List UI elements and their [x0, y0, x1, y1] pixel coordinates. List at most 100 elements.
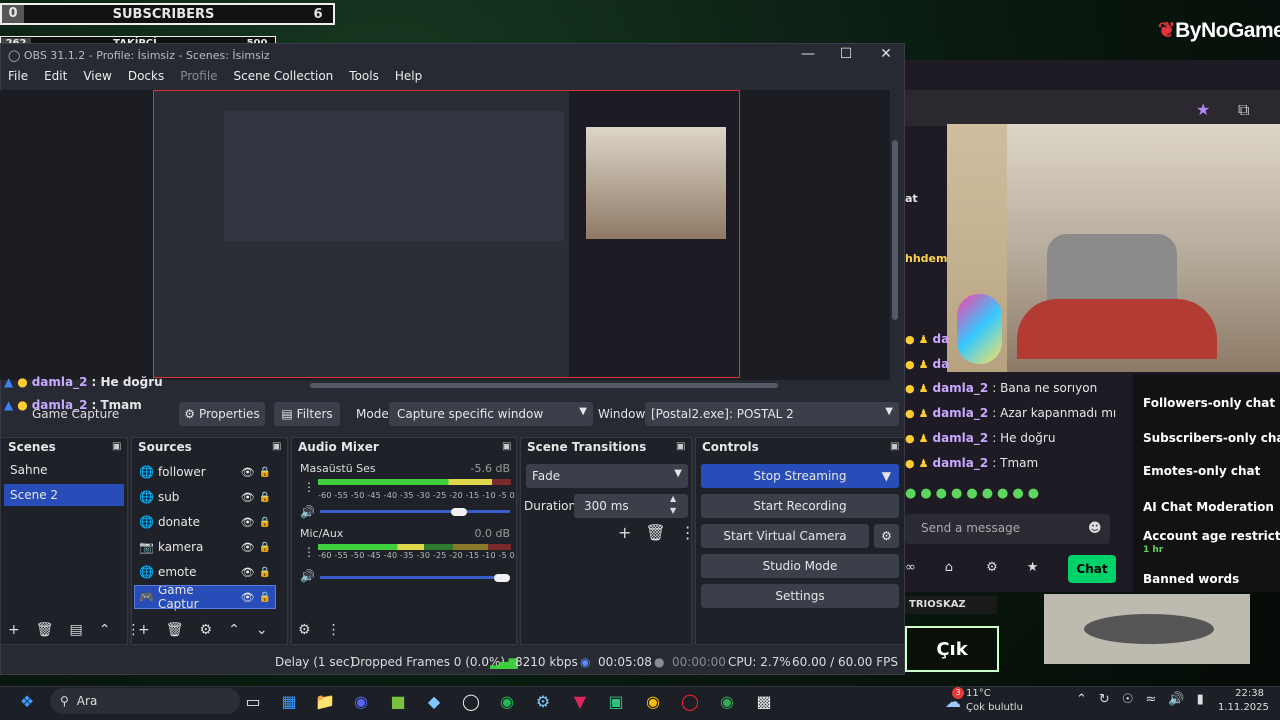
- menu-help[interactable]: Help: [387, 68, 430, 88]
- weather-description[interactable]: Çok bulutlu: [966, 702, 1023, 713]
- start-virtual-camera-button[interactable]: Start Virtual Camera: [701, 524, 869, 548]
- star-icon[interactable]: ★: [1196, 100, 1210, 119]
- menu-subscribers-only[interactable]: Subscribers-only chat: [1143, 431, 1280, 445]
- menu-docks[interactable]: Docks: [120, 68, 172, 88]
- scene-item-sahne[interactable]: Sahne: [4, 459, 124, 481]
- volume-icon[interactable]: 🔊: [1168, 692, 1184, 707]
- eye-icon[interactable]: 👁: [241, 566, 255, 579]
- source-item[interactable]: 🌐 sub 👁 🔒: [135, 486, 275, 508]
- emoji-picker-icon[interactable]: ☻: [1088, 521, 1102, 536]
- link-icon[interactable]: ∞: [905, 560, 916, 575]
- source-item[interactable]: 🌐 follower 👁 🔒: [135, 461, 275, 483]
- maximize-icon[interactable]: ☐: [836, 46, 856, 62]
- taskbar-search[interactable]: ⚲ Ara: [50, 688, 240, 714]
- lock-icon[interactable]: 🔒: [259, 542, 271, 553]
- filter-icon[interactable]: ▤: [70, 622, 83, 638]
- menu-ai-moderation[interactable]: AI Chat Moderation: [1143, 500, 1274, 514]
- transition-select[interactable]: Fade ▼: [526, 464, 688, 488]
- chevron-up-icon[interactable]: ⌃: [99, 622, 111, 638]
- menu-tools[interactable]: Tools: [341, 68, 387, 88]
- task-view-icon[interactable]: ▭: [240, 690, 266, 714]
- add-icon[interactable]: +: [618, 523, 631, 542]
- speaker-icon[interactable]: 🔊: [300, 569, 315, 583]
- source-item[interactable]: 📷 kamera 👁 🔒: [135, 536, 275, 558]
- close-icon[interactable]: ✕: [876, 46, 896, 62]
- emote-bar[interactable]: ●●●●●●●●●: [905, 486, 1043, 501]
- menu-file[interactable]: File: [0, 68, 36, 88]
- chat-send-button[interactable]: Chat: [1068, 555, 1116, 583]
- discord-icon[interactable]: ◉: [348, 690, 374, 714]
- kebab-icon[interactable]: ⋮: [303, 545, 315, 559]
- chevron-down-icon[interactable]: ▼: [670, 505, 676, 517]
- menu-scene-collection[interactable]: Scene Collection: [226, 68, 342, 88]
- start-recording-button[interactable]: Start Recording: [701, 494, 899, 518]
- weather-temperature[interactable]: 11°C: [966, 688, 991, 699]
- undock-icon[interactable]: ▣: [676, 441, 685, 452]
- speaker-icon[interactable]: 🔊: [300, 505, 315, 519]
- add-icon[interactable]: +: [8, 622, 20, 638]
- chrome-icon[interactable]: ◉: [714, 690, 740, 714]
- app-icon[interactable]: ◆: [421, 690, 447, 714]
- chat-message-input[interactable]: Send a message: [905, 514, 1110, 544]
- chevron-up-icon[interactable]: ▲: [670, 493, 676, 505]
- filters-button[interactable]: ▤ Filters: [274, 402, 340, 426]
- menu-banned-words[interactable]: Banned words: [1143, 572, 1239, 586]
- opera-icon[interactable]: ◯: [677, 690, 703, 714]
- lock-icon[interactable]: 🔒: [259, 467, 271, 478]
- eye-icon[interactable]: 👁: [241, 591, 255, 604]
- duration-spinner[interactable]: ▲ ▼: [670, 493, 676, 517]
- chevron-up-icon[interactable]: ⌃: [228, 622, 240, 638]
- minimize-icon[interactable]: —: [798, 46, 818, 62]
- chevron-down-icon[interactable]: ▼: [882, 464, 891, 488]
- lock-icon[interactable]: 🔒: [259, 492, 271, 503]
- eye-icon[interactable]: 👁: [241, 466, 255, 479]
- volume-slider-handle[interactable]: [494, 574, 510, 582]
- obs-icon[interactable]: ◯: [458, 690, 484, 714]
- menu-view[interactable]: View: [75, 68, 119, 88]
- wifi-icon[interactable]: ≈: [1145, 692, 1156, 707]
- battery-icon[interactable]: ▮: [1197, 692, 1204, 707]
- undock-icon[interactable]: ▣: [502, 441, 511, 452]
- undock-icon[interactable]: ▣: [272, 441, 281, 452]
- menu-account-age[interactable]: Account age restriction: [1143, 529, 1280, 543]
- kebab-icon[interactable]: ⋮: [680, 523, 696, 542]
- chat-username[interactable]: damla_2: [932, 431, 988, 445]
- eye-icon[interactable]: 👁: [241, 541, 255, 554]
- settings-gear-icon[interactable]: ⚙: [986, 560, 998, 575]
- menu-followers-only[interactable]: Followers-only chat: [1143, 396, 1275, 410]
- lock-icon[interactable]: 🔒: [259, 592, 271, 603]
- preview-vertical-scrollbar[interactable]: [892, 140, 898, 320]
- windows-start-icon[interactable]: ❖: [14, 690, 40, 714]
- menu-emotes-only[interactable]: Emotes-only chat: [1143, 464, 1260, 478]
- menu-edit[interactable]: Edit: [36, 68, 75, 88]
- gear-icon[interactable]: ⚙: [874, 524, 899, 548]
- store-icon[interactable]: ⌂: [945, 560, 953, 575]
- chat-username[interactable]: damla_2: [932, 381, 988, 395]
- chevron-up-icon[interactable]: ⌃: [1076, 692, 1087, 707]
- kebab-icon[interactable]: ⋮: [327, 622, 341, 638]
- source-item[interactable]: 🌐 donate 👁 🔒: [135, 511, 275, 533]
- folder-icon[interactable]: 📁: [312, 690, 338, 714]
- trash-icon[interactable]: 🗑: [645, 523, 665, 542]
- trash-icon[interactable]: 🗑: [36, 622, 54, 638]
- lock-icon[interactable]: 🔒: [259, 567, 271, 578]
- app-icon[interactable]: ▼: [567, 690, 593, 714]
- trash-icon[interactable]: 🗑: [166, 622, 184, 638]
- volume-slider-handle[interactable]: [451, 508, 467, 516]
- preview-horizontal-scrollbar[interactable]: [310, 383, 778, 388]
- studio-mode-button[interactable]: Studio Mode: [701, 554, 899, 578]
- add-icon[interactable]: +: [138, 622, 150, 638]
- chat-username[interactable]: damla_2: [932, 406, 988, 420]
- volume-slider[interactable]: [320, 510, 510, 513]
- source-item[interactable]: 🌐 emote 👁 🔒: [135, 561, 275, 583]
- steam-icon[interactable]: ⚙: [530, 690, 556, 714]
- eye-icon[interactable]: 👁: [241, 516, 255, 529]
- store-icon[interactable]: ▦: [276, 690, 302, 714]
- gear-icon[interactable]: ⚙: [200, 622, 213, 638]
- microphone-icon[interactable]: ☉: [1122, 692, 1134, 707]
- app-icon[interactable]: ▣: [603, 690, 629, 714]
- source-item[interactable]: 🎮 Game Captur 👁 🔒: [134, 583, 276, 611]
- mode-select[interactable]: Capture specific window ▼: [389, 402, 593, 426]
- moderation-icon[interactable]: ★: [1027, 560, 1039, 575]
- settings-button[interactable]: Settings: [701, 584, 899, 608]
